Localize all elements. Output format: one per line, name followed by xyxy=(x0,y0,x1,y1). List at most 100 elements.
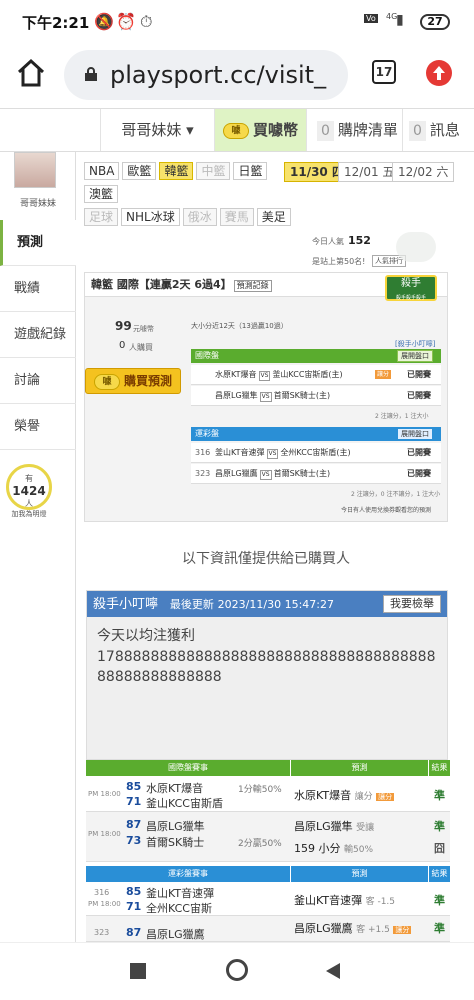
sidebar-item-game-log[interactable]: 遊戲紀錄 xyxy=(0,312,76,358)
msg-count: 0 xyxy=(409,121,426,141)
browser-toolbar: playsport.cc/visit_ 17 xyxy=(0,42,474,108)
messages-button[interactable]: 0 訊息 xyxy=(402,109,474,151)
sidebar-item-predict[interactable]: 預測 xyxy=(0,220,76,266)
team-away: 全州KCC宙斯盾(主) xyxy=(280,448,351,457)
buy-prediction-button[interactable]: 噱購買預測 xyxy=(85,368,181,394)
game-number: 316 xyxy=(195,448,211,457)
handicap-result: 2分贏50% xyxy=(238,839,282,849)
team-away: 首爾SK騎士(主) xyxy=(273,469,331,478)
score-2: 73 xyxy=(126,834,142,847)
intl-row-1: 水原KT爆音 VS 釜山KCC宙斯盾(主) 讓分 已開賽 xyxy=(191,365,441,385)
intl-row1-status: 已開賽 xyxy=(407,370,431,379)
table-row: PM 18:00 87 昌原LG獵隼 73 首爾SK騎士 2分贏50% 昌原LG… xyxy=(86,812,450,862)
status-bar: 下午2:21 🔕 ⏰ ⏱ Vo 4G ▮ 27 xyxy=(0,0,474,42)
lock-icon xyxy=(85,67,97,81)
sport-euro-bball[interactable]: 歐籃 xyxy=(122,162,157,180)
prediction: 釜山KT音速彈 客 -1.5 xyxy=(294,892,395,908)
home-icon[interactable] xyxy=(16,58,46,88)
site-top-nav: 哥哥妹妹 ▾ 噱買噱幣 0 購牌清單 0 訊息 xyxy=(0,108,474,152)
game-number: 323 xyxy=(94,928,110,937)
record-button[interactable]: 預測記錄 xyxy=(233,280,272,292)
score-1: 85 xyxy=(126,780,142,793)
date-tab-1202[interactable]: 12/02 六 xyxy=(392,162,455,182)
alarm-icon: ⏰ xyxy=(116,12,136,31)
status-time: 下午2:21 xyxy=(22,14,90,32)
msg-label: 訊息 xyxy=(429,121,460,139)
game-time: PM 18:00 xyxy=(88,830,121,838)
prediction-total: 159 小分 輸50% xyxy=(294,840,373,856)
team-home: 釜山KT音速彈 xyxy=(215,448,265,457)
buyers-count: 0 xyxy=(119,340,126,351)
result: 準 xyxy=(434,894,445,907)
score-1: 87 xyxy=(126,818,142,831)
fans-bulb[interactable]: 有 1424 人 加我為明燈 xyxy=(6,464,52,518)
sport-korea-bball[interactable]: 韓籃 xyxy=(159,162,194,180)
sidebar-item-discussion[interactable]: 討論 xyxy=(0,358,76,404)
vs-icon: VS xyxy=(266,449,279,459)
intl-table-head-res: 結果 xyxy=(429,760,450,776)
team-away: 釜山KCC宙斯盾(主) xyxy=(272,370,343,379)
team-1: 水原KT爆音 xyxy=(146,782,204,795)
handicap-tag: 讓分 xyxy=(375,370,392,379)
sport-nba[interactable]: NBA xyxy=(84,162,120,180)
pred-note: 客 +1.5 xyxy=(356,925,390,935)
sport-soccer[interactable]: 足球 xyxy=(84,208,119,226)
sport-aus-bball[interactable]: 澳籃 xyxy=(84,185,119,203)
badge-sub: 殺手殺手殺手 xyxy=(395,295,426,301)
url-bar[interactable]: playsport.cc/visit_ xyxy=(64,50,348,100)
killer-tip-link[interactable]: [殺手小叮嚀] xyxy=(395,339,435,349)
result: 準 xyxy=(434,789,445,802)
sport-nhl[interactable]: NHL冰球 xyxy=(121,208,180,226)
pred-total: 159 小分 xyxy=(294,842,341,855)
streak-text: 【連贏2天 6過4】 xyxy=(138,278,232,291)
killer-title: 殺手小叮嚀 xyxy=(93,597,159,612)
mute-icon: 🔕 xyxy=(94,12,114,31)
prediction: 昌原LG獵鷹 客 +1.5 讓分 xyxy=(294,920,412,936)
report-button[interactable]: 我要檢舉 xyxy=(383,595,441,613)
team-2: 首爾SK騎士 xyxy=(146,836,205,849)
user-menu[interactable]: 哥哥妹妹 ▾ xyxy=(100,109,214,151)
team-away: 首爾SK騎士(主) xyxy=(273,391,331,400)
volte-icon: Vo xyxy=(364,14,378,23)
expand-intl-button[interactable]: 展開盤口 xyxy=(397,350,433,362)
home-nav-icon[interactable] xyxy=(226,959,248,981)
intl-table-head-game: 國際盤賽事 xyxy=(86,760,290,776)
prediction-panel: 韓籃 國際【連贏2天 6過4】 預測記錄 殺手 殺手殺手殺手 99 元噱幣 0 人購… xyxy=(84,272,448,522)
signal-icon: ▮ xyxy=(396,12,404,28)
back-icon[interactable] xyxy=(324,961,342,981)
sport-footnote: 2 注讓分，0 注不讓分，1 注大小 xyxy=(351,491,441,498)
result: 準 xyxy=(434,820,445,833)
fans-prefix: 有 xyxy=(25,474,33,483)
intl-footnote: 2 注讓分，1 注大小 xyxy=(375,413,429,420)
sport-japan-bball[interactable]: 日籃 xyxy=(233,162,268,180)
league-name: 韓籃 國際 xyxy=(91,278,139,291)
avatar[interactable] xyxy=(14,152,56,188)
sport-horse[interactable]: 賽馬 xyxy=(219,208,254,226)
intl-table-head-pred: 預測 xyxy=(291,760,428,776)
sport-khl[interactable]: 俄冰 xyxy=(182,208,217,226)
cart-button[interactable]: 0 購牌清單 xyxy=(306,109,402,151)
sport-filter-row1: NBA 歐籃 韓籃 中籃 日籃 xyxy=(84,162,270,180)
pred-team: 釜山KT音速彈 xyxy=(294,894,363,907)
url-text: playsport.cc/visit_ xyxy=(110,61,327,89)
summary-text: 大小分近12天（13過贏10過） xyxy=(191,322,288,330)
recents-icon[interactable] xyxy=(130,963,146,979)
sidebar-item-honor[interactable]: 榮譽 xyxy=(0,404,76,450)
updated-time: 2023/11/30 15:47:27 xyxy=(217,598,334,611)
fans-suffix: 加我為明燈 xyxy=(11,510,47,518)
update-icon[interactable] xyxy=(426,60,452,86)
sidebar-item-record[interactable]: 戰績 xyxy=(0,266,76,312)
sport-nfl[interactable]: 美足 xyxy=(256,208,291,226)
prediction: 水原KT爆音 讓分 讓分 xyxy=(294,787,395,803)
sport-row2-status: 已開賽 xyxy=(407,469,431,478)
buyers-unit: 人購買 xyxy=(129,343,153,352)
sport-table-head-game: 運彩盤賽事 xyxy=(86,866,290,882)
expand-sport-button[interactable]: 展開盤口 xyxy=(397,428,433,440)
sport-row-2: 323 昌原LG獵鷹 VS 首爾SK騎士(主) 已開賽 xyxy=(191,464,441,484)
fans-count: 1424 xyxy=(12,484,46,498)
buy-coins-button[interactable]: 噱買噱幣 xyxy=(214,109,306,151)
sport-china-bball[interactable]: 中籃 xyxy=(196,162,231,180)
score-1: 87 xyxy=(126,926,142,939)
tab-switcher-button[interactable]: 17 xyxy=(372,60,396,84)
killer-tip-box: 殺手小叮嚀 最後更新 2023/11/30 15:47:27 我要檢舉 今天以均… xyxy=(86,590,448,760)
